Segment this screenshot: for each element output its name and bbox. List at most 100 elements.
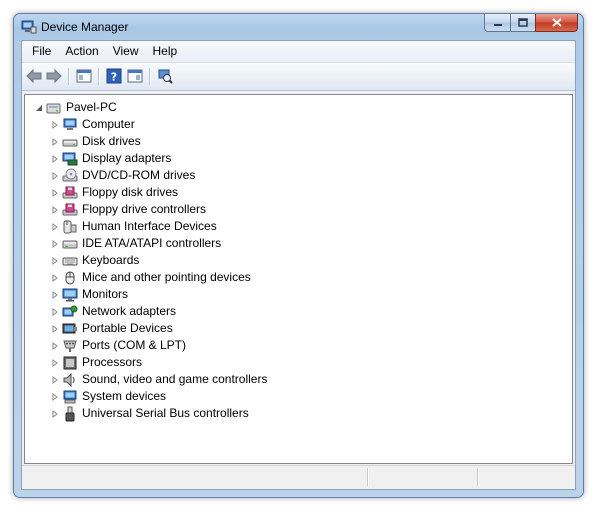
computer-pc-icon: [46, 100, 62, 116]
expand-arrow-icon[interactable]: [50, 324, 59, 333]
tree-root-label: Pavel-PC: [66, 100, 117, 114]
expand-arrow-icon[interactable]: [50, 392, 59, 401]
device-tree[interactable]: Pavel-PC Computer Disk drives Display adap…: [24, 94, 573, 464]
toolbar-separator: [68, 68, 70, 85]
speaker-icon: [62, 372, 78, 388]
display-adapter-icon: [62, 151, 78, 167]
tree-item[interactable]: Floppy disk drives: [50, 184, 178, 201]
menu-file[interactable]: File: [25, 41, 58, 61]
menu-help[interactable]: Help: [146, 41, 185, 61]
show-hide-console-tree-icon: [76, 69, 92, 83]
expand-arrow-icon[interactable]: [50, 154, 59, 163]
tree-item-label: Portable Devices: [82, 321, 173, 335]
expand-arrow-icon[interactable]: [50, 239, 59, 248]
toolbar-separator: [149, 68, 151, 85]
status-pane-divider: [367, 468, 369, 486]
tree-item-label: Disk drives: [82, 134, 141, 148]
tree-item-label: Floppy disk drives: [82, 185, 179, 199]
tree-item-label: Processors: [82, 355, 143, 369]
title-bar[interactable]: Device Manager: [14, 14, 583, 40]
tree-item[interactable]: Ports (COM & LPT): [50, 337, 186, 354]
tree-root-node[interactable]: Pavel-PC: [34, 99, 117, 116]
help-button[interactable]: ?: [104, 67, 124, 85]
tree-item-label: Floppy drive controllers: [82, 202, 207, 216]
tree-item-label: IDE ATA/ATAPI controllers: [82, 236, 222, 250]
expand-arrow-icon[interactable]: [50, 256, 59, 265]
expand-arrow-icon[interactable]: [50, 188, 59, 197]
status-bar: [22, 465, 575, 489]
monitor-icon: [62, 287, 78, 303]
expand-arrow-icon[interactable]: [50, 358, 59, 367]
menu-bar: File Action View Help: [22, 41, 575, 61]
mouse-icon: [62, 270, 78, 286]
menu-view[interactable]: View: [106, 41, 146, 61]
expand-arrow-icon[interactable]: [50, 409, 59, 418]
minimize-button[interactable]: [484, 14, 510, 32]
tree-item[interactable]: Portable Devices: [50, 320, 173, 337]
dvd-drive-icon: [62, 168, 78, 184]
maximize-icon: [518, 18, 528, 27]
menu-action[interactable]: Action: [58, 41, 105, 61]
portable-device-icon: [62, 321, 78, 337]
expand-arrow-icon[interactable]: [50, 375, 59, 384]
device-manager-app-icon: [21, 20, 37, 34]
expand-arrow-icon[interactable]: [50, 341, 59, 350]
expand-arrow-icon[interactable]: [50, 222, 59, 231]
collapse-arrow-icon[interactable]: [34, 103, 43, 112]
properties-pane-button[interactable]: [125, 67, 145, 85]
tree-item[interactable]: Universal Serial Bus controllers: [50, 405, 249, 422]
status-pane-divider: [477, 468, 479, 486]
tree-item[interactable]: Computer: [50, 116, 135, 133]
client-area: File Action View Help ? Pavel-PC Compute…: [21, 40, 576, 490]
expand-arrow-icon[interactable]: [50, 290, 59, 299]
forward-button[interactable]: [44, 67, 64, 85]
system-device-icon: [62, 389, 78, 405]
tree-item[interactable]: Network adapters: [50, 303, 176, 320]
back-button[interactable]: [24, 67, 44, 85]
keyboard-icon: [62, 253, 78, 269]
expand-arrow-icon[interactable]: [50, 273, 59, 282]
minimize-icon: [493, 23, 502, 26]
tree-item[interactable]: Mice and other pointing devices: [50, 269, 251, 286]
close-icon: [551, 18, 562, 27]
help-icon: ?: [106, 68, 122, 84]
close-button[interactable]: [535, 14, 578, 32]
hid-icon: [62, 219, 78, 235]
tree-item[interactable]: IDE ATA/ATAPI controllers: [50, 235, 221, 252]
expand-arrow-icon[interactable]: [50, 171, 59, 180]
tree-item[interactable]: Processors: [50, 354, 142, 371]
maximize-button[interactable]: [510, 14, 535, 32]
tree-item[interactable]: Floppy drive controllers: [50, 201, 206, 218]
tree-item-label: DVD/CD-ROM drives: [82, 168, 196, 182]
device-manager-window: Device Manager File Action View Help ? P…: [13, 13, 584, 498]
tree-item[interactable]: Display adapters: [50, 150, 171, 167]
show-hide-console-tree-button[interactable]: [74, 67, 94, 85]
scan-hardware-icon: [158, 69, 173, 84]
network-adapter-icon: [62, 304, 78, 320]
tree-item-label: Mice and other pointing devices: [82, 270, 251, 284]
tree-item-label: Computer: [82, 117, 135, 131]
computer-icon: [62, 117, 78, 133]
tree-item-label: Keyboards: [82, 253, 140, 267]
tree-item-label: System devices: [82, 389, 167, 403]
tree-item[interactable]: Monitors: [50, 286, 128, 303]
floppy-disk-icon: [62, 185, 78, 201]
scan-hardware-button[interactable]: [155, 67, 175, 85]
tree-item[interactable]: Human Interface Devices: [50, 218, 217, 235]
properties-pane-icon: [127, 69, 143, 83]
tree-item[interactable]: Keyboards: [50, 252, 139, 269]
tree-item-label: Monitors: [82, 287, 129, 301]
tree-item-label: Sound, video and game controllers: [82, 372, 268, 386]
back-icon: [26, 69, 42, 83]
expand-arrow-icon[interactable]: [50, 137, 59, 146]
floppy-controller-icon: [62, 202, 78, 218]
tree-item[interactable]: Disk drives: [50, 133, 141, 150]
expand-arrow-icon[interactable]: [50, 307, 59, 316]
tree-item[interactable]: Sound, video and game controllers: [50, 371, 267, 388]
tree-item[interactable]: DVD/CD-ROM drives: [50, 167, 195, 184]
window-title: Device Manager: [41, 20, 129, 34]
expand-arrow-icon[interactable]: [50, 120, 59, 129]
tree-item-label: Ports (COM & LPT): [82, 338, 187, 352]
expand-arrow-icon[interactable]: [50, 205, 59, 214]
tree-item[interactable]: System devices: [50, 388, 166, 405]
